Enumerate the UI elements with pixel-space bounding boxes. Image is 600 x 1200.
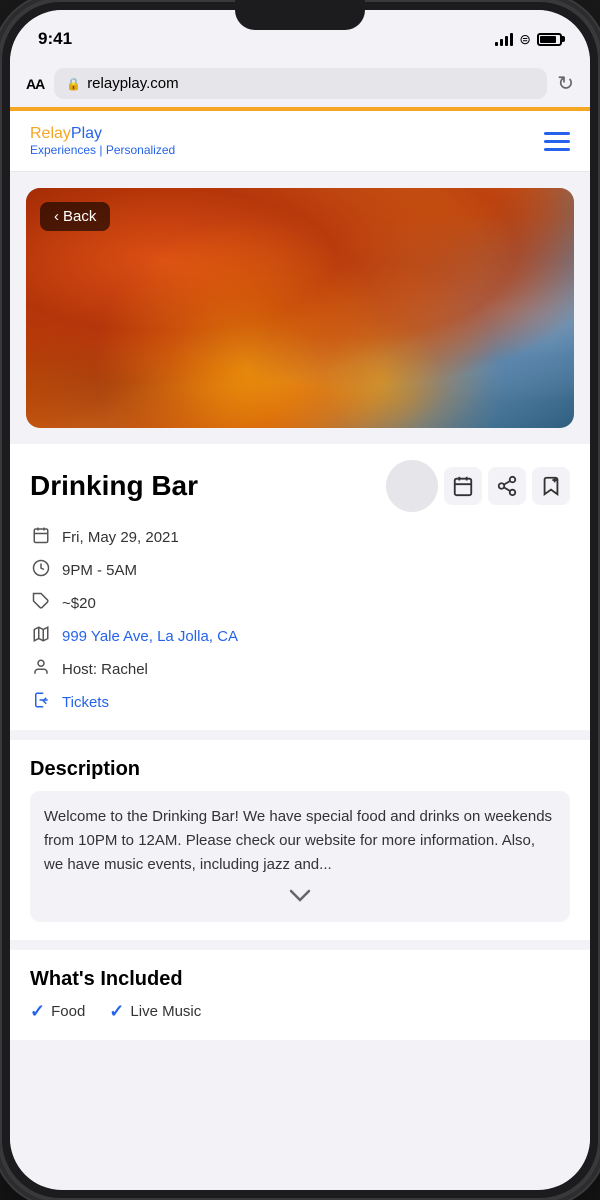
refresh-button[interactable]: ↻: [557, 71, 574, 96]
phone-screen: 9:41 ⊜ AA 🔒 relayplay.com ↻: [10, 10, 590, 1190]
tickets-info-icon: [30, 691, 52, 714]
food-check-icon: ✓: [30, 1001, 45, 1022]
calendar-action-button[interactable]: [444, 467, 482, 505]
share-icon: [496, 475, 518, 497]
notch: [235, 0, 365, 30]
url-text: relayplay.com: [87, 75, 178, 92]
date-row: Fri, May 29, 2021: [30, 526, 570, 549]
tickets-link[interactable]: Tickets: [62, 694, 109, 711]
event-image-container: ‹ Back: [26, 188, 574, 428]
included-item-music: ✓ Live Music: [109, 1001, 201, 1022]
hamburger-line-1: [544, 132, 570, 135]
browser-aa-button[interactable]: AA: [26, 76, 44, 92]
event-host: Host: Rachel: [62, 661, 148, 678]
browser-bar: AA 🔒 relayplay.com ↻: [10, 60, 590, 107]
calendar-icon: [452, 475, 474, 497]
hamburger-menu[interactable]: [544, 132, 570, 151]
wifi-icon: ⊜: [519, 31, 531, 48]
status-time: 9:41: [38, 29, 72, 49]
music-check-icon: ✓: [109, 1001, 124, 1022]
music-label: Live Music: [130, 1003, 201, 1020]
event-price: ~$20: [62, 595, 96, 612]
logo-title: RelayPlay: [30, 125, 175, 143]
status-icons: ⊜: [495, 31, 562, 48]
main-content: ‹ Back Drinking Bar: [10, 172, 590, 1186]
app-header: RelayPlay Experiences | Personalized: [10, 111, 590, 172]
event-address[interactable]: 999 Yale Ave, La Jolla, CA: [62, 628, 238, 645]
event-avatar: [386, 460, 438, 512]
whats-included-title: What's Included: [30, 968, 570, 991]
host-row: Host: Rachel: [30, 658, 570, 681]
description-box: Welcome to the Drinking Bar! We have spe…: [30, 791, 570, 922]
event-title: Drinking Bar: [30, 470, 198, 502]
logo-play: Play: [71, 125, 102, 142]
signal-icon: [495, 32, 513, 46]
bookmark-action-button[interactable]: [532, 467, 570, 505]
person-info-icon: [30, 658, 52, 681]
time-row: 9PM - 5AM: [30, 559, 570, 582]
whats-included-section: What's Included ✓ Food ✓ Live Music: [10, 950, 590, 1040]
event-time: 9PM - 5AM: [62, 562, 137, 579]
lock-icon: 🔒: [66, 77, 81, 91]
calendar-info-icon: [30, 526, 52, 549]
url-bar[interactable]: 🔒 relayplay.com: [54, 68, 547, 99]
share-action-button[interactable]: [488, 467, 526, 505]
clock-info-icon: [30, 559, 52, 582]
description-text: Welcome to the Drinking Bar! We have spe…: [44, 805, 556, 877]
bookmark-icon: [540, 475, 562, 497]
event-details: Drinking Bar: [10, 444, 590, 730]
battery-icon: [537, 33, 562, 46]
back-chevron: ‹: [54, 208, 59, 225]
hamburger-line-2: [544, 140, 570, 143]
address-row: 999 Yale Ave, La Jolla, CA: [30, 625, 570, 648]
event-date: Fri, May 29, 2021: [62, 529, 179, 546]
description-title: Description: [30, 758, 570, 781]
food-label: Food: [51, 1003, 85, 1020]
logo-relay: Relay: [30, 125, 71, 142]
tickets-row: Tickets: [30, 691, 570, 714]
price-row: ~$20: [30, 592, 570, 615]
included-item-food: ✓ Food: [30, 1001, 85, 1022]
chevron-down-icon: [289, 889, 311, 903]
logo-subtitle: Experiences | Personalized: [30, 143, 175, 157]
event-title-row: Drinking Bar: [30, 460, 570, 512]
event-actions: [386, 460, 570, 512]
expand-description-button[interactable]: [44, 887, 556, 908]
price-info-icon: [30, 592, 52, 615]
back-label: Back: [63, 208, 96, 225]
description-section: Description Welcome to the Drinking Bar!…: [10, 740, 590, 940]
logo: RelayPlay Experiences | Personalized: [30, 125, 175, 157]
map-info-icon: [30, 625, 52, 648]
event-info-list: Fri, May 29, 2021 9PM - 5AM ~$20: [30, 526, 570, 714]
hamburger-line-3: [544, 148, 570, 151]
phone-frame: 9:41 ⊜ AA 🔒 relayplay.com ↻: [0, 0, 600, 1200]
back-button[interactable]: ‹ Back: [40, 202, 110, 231]
included-items-list: ✓ Food ✓ Live Music: [30, 1001, 570, 1022]
